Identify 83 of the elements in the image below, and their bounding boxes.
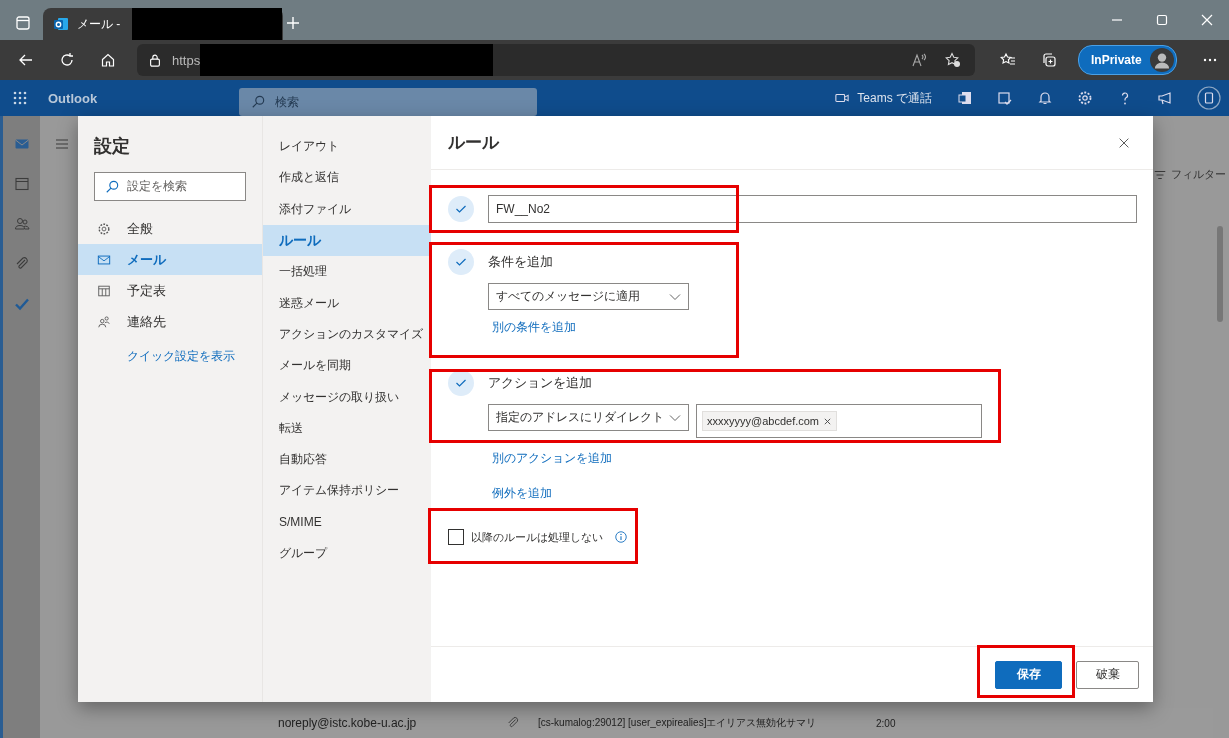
teams-call-button[interactable]: Teams で通話: [857, 89, 932, 107]
condition-dropdown[interactable]: すべてのメッセージに適用: [488, 283, 689, 310]
back-icon[interactable]: [18, 52, 34, 68]
settings-subcategory[interactable]: ルール: [263, 224, 431, 257]
lock-icon: [148, 53, 162, 67]
settings-subcategory[interactable]: 添付ファイル: [263, 193, 431, 225]
new-tab-icon[interactable]: [285, 15, 301, 31]
settings-subcategory[interactable]: 自動応答: [263, 443, 431, 476]
add-exception-link[interactable]: 例外を追加: [492, 485, 552, 502]
tab-title: メール -: [77, 15, 121, 33]
save-button[interactable]: 保存: [995, 660, 1062, 689]
close-icon[interactable]: [1199, 12, 1215, 28]
outlook-logo-icon: [53, 16, 69, 32]
condition-heading: 条件を追加: [488, 253, 553, 271]
settings-category[interactable]: メール: [78, 244, 262, 275]
add-action-link[interactable]: 別のアクションを追加: [492, 450, 612, 467]
badge-icon[interactable]: [1197, 86, 1221, 110]
checkbox[interactable]: [448, 529, 464, 545]
info-icon[interactable]: [614, 530, 628, 544]
recipient-field[interactable]: xxxxyyyy@abcdef.com: [696, 404, 982, 438]
search-icon: [251, 95, 266, 109]
settings-subcategory[interactable]: 迷惑メール: [263, 287, 431, 319]
settings-subcategory[interactable]: アクションのカスタマイズ: [263, 318, 431, 351]
browser-tab[interactable]: メール -: [43, 8, 283, 40]
calendar-check-icon[interactable]: [997, 90, 1013, 106]
calendar-icon[interactable]: [13, 176, 30, 192]
checkmark-icon[interactable]: [13, 296, 30, 312]
settings-subcategory[interactable]: メッセージの取り扱い: [263, 381, 431, 413]
search-icon: [105, 179, 119, 194]
app-name: Outlook: [48, 90, 98, 106]
settings-category[interactable]: 全般: [78, 213, 262, 244]
message-subject: [cs-kumalog:29012] [user_expirealies]エイリアス無効化サマリ: [538, 716, 818, 730]
bell-icon[interactable]: [1037, 90, 1053, 106]
settings-category[interactable]: 連絡先: [78, 306, 262, 337]
settings-subcategory[interactable]: メールを同期: [263, 350, 431, 382]
settings-category[interactable]: 予定表: [78, 275, 262, 306]
calendar-icon: [97, 283, 111, 298]
video-call-icon[interactable]: [835, 91, 850, 105]
settings-title: 設定: [94, 135, 131, 158]
recipient-chip[interactable]: xxxxyyyy@abcdef.com: [702, 411, 838, 431]
settings-icon[interactable]: [1077, 90, 1093, 106]
people-icon: [97, 314, 111, 329]
settings-subcategory[interactable]: グループ: [263, 537, 431, 570]
inprivate-badge[interactable]: InPrivate: [1078, 45, 1177, 75]
action-dropdown[interactable]: 指定のアドレスにリダイレクト: [488, 404, 689, 431]
message-time: 2:00: [876, 717, 896, 729]
checkbox-label: 以降のルールは処理しない: [471, 529, 603, 545]
rule-name-field[interactable]: FW__No2: [488, 195, 1137, 223]
action-heading: アクションを追加: [488, 374, 592, 392]
rule-title: ルール: [448, 132, 499, 154]
tab-panel-icon[interactable]: [15, 15, 31, 31]
reload-icon[interactable]: [59, 52, 75, 68]
read-aloud-icon[interactable]: [911, 52, 927, 68]
add-condition-link[interactable]: 別の条件を追加: [492, 319, 576, 336]
maximize-icon[interactable]: [1154, 12, 1170, 28]
filter-label[interactable]: フィルター: [1171, 167, 1226, 182]
settings-subcategory[interactable]: アイテム保持ポリシー: [263, 475, 431, 507]
paperclip-icon: [506, 716, 520, 730]
settings-subcategory[interactable]: S/MIME: [263, 506, 431, 538]
quick-settings-link[interactable]: クイック設定を表示: [127, 348, 262, 365]
envelope-icon: [97, 252, 111, 267]
avatar-icon: [1149, 48, 1174, 72]
favorites-icon[interactable]: [1000, 52, 1016, 68]
chevron-down-icon: [669, 292, 681, 301]
settings-subcategory[interactable]: 一括処理: [263, 256, 431, 288]
collections-icon[interactable]: [1041, 52, 1057, 68]
message-sender: noreply@istc.kobe-u.ac.jp: [278, 716, 418, 730]
chevron-down-icon: [669, 413, 681, 422]
settings-subcategory[interactable]: レイアウト: [263, 131, 431, 163]
address-field[interactable]: https: [137, 44, 975, 76]
megaphone-icon[interactable]: [1157, 90, 1173, 106]
app-launcher-icon[interactable]: [12, 90, 28, 106]
settings-search-field[interactable]: 設定を検索: [94, 172, 246, 201]
remove-icon[interactable]: [823, 416, 833, 426]
discard-button[interactable]: 破棄: [1076, 660, 1139, 689]
gear-icon: [97, 221, 111, 236]
people-icon[interactable]: [13, 216, 30, 232]
document-icon[interactable]: [957, 90, 973, 106]
settings-subcategory[interactable]: 転送: [263, 412, 431, 444]
settings-subcategory[interactable]: 作成と返信: [263, 162, 431, 194]
scrollbar[interactable]: [1217, 226, 1223, 322]
home-icon[interactable]: [100, 52, 116, 68]
add-favorite-icon[interactable]: [945, 52, 961, 68]
